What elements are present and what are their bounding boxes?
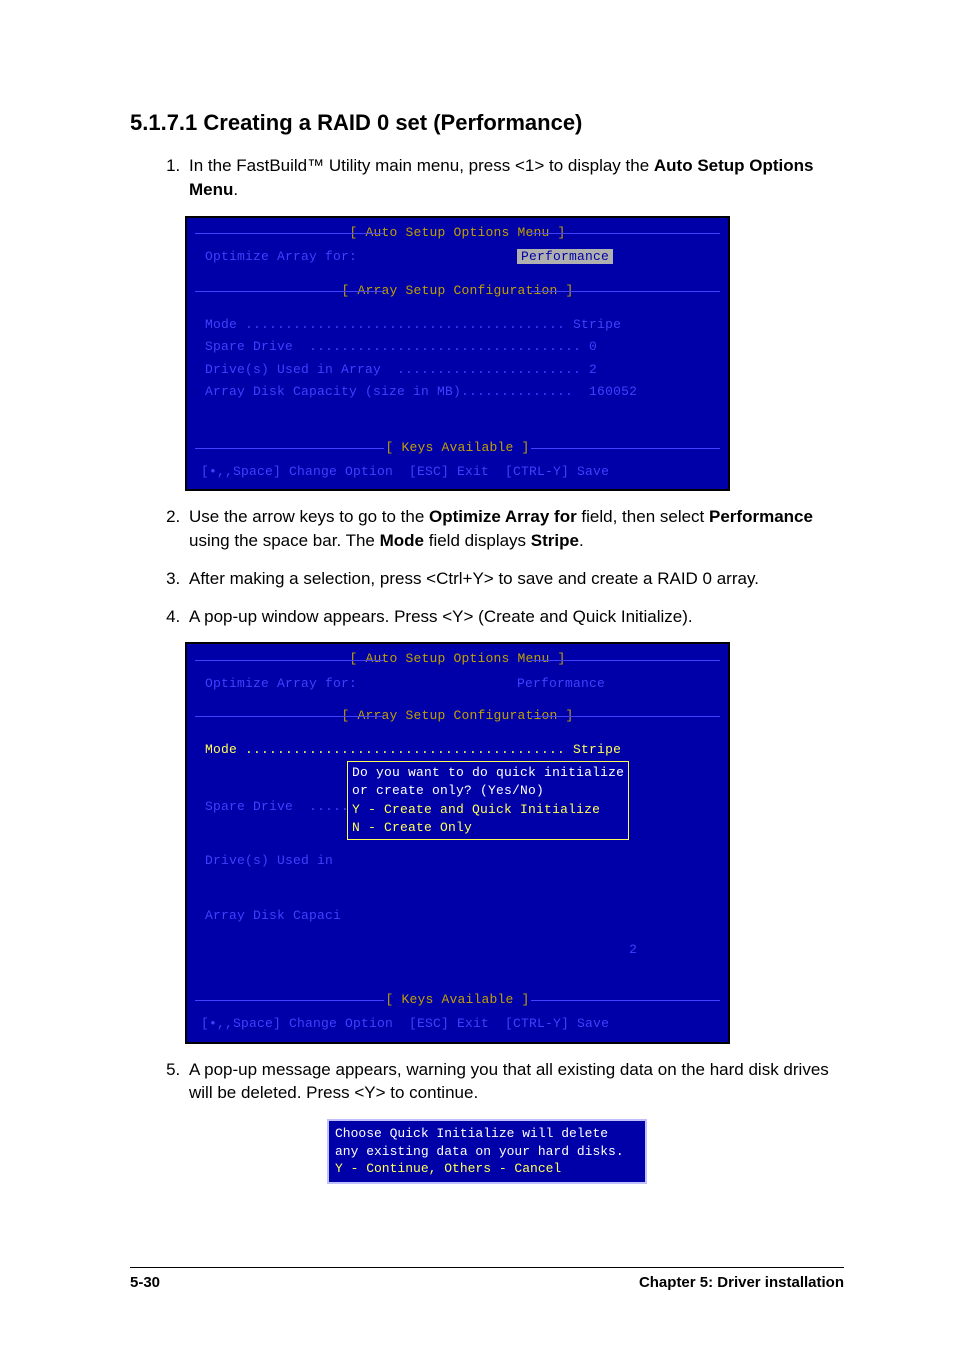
step-4: A pop-up window appears. Press <Y> (Crea… <box>185 605 844 629</box>
section-heading: 5.1.7.1 Creating a RAID 0 set (Performan… <box>130 110 844 136</box>
optimize-row-2: Optimize Array for:Performance <box>187 673 728 695</box>
bios-screen-2: [ Auto Setup Options Menu ] Optimize Arr… <box>185 642 730 1043</box>
optimize-row: Optimize Array for:Performance <box>187 246 728 268</box>
warning-popup[interactable]: Choose Quick Initialize will delete any … <box>327 1119 647 1184</box>
step-1: In the FastBuild™ Utility main menu, pre… <box>185 154 844 202</box>
bios-screen-1: [ Auto Setup Options Menu ] Optimize Arr… <box>185 216 730 492</box>
step-list-cont: Use the arrow keys to go to the Optimize… <box>130 505 844 628</box>
page-footer: 5-30 Chapter 5: Driver installation <box>130 1267 844 1291</box>
step-list-cont2: A pop-up message appears, warning you th… <box>130 1058 844 1106</box>
mode-row: Mode ...................................… <box>187 314 728 336</box>
bios1-title-config: [ Array Setup Configuration ] <box>187 282 728 300</box>
bios2-title-config: [ Array Setup Configuration ] <box>187 707 728 725</box>
step-5: A pop-up message appears, warning you th… <box>185 1058 844 1106</box>
popup-row: Spare Drive ..... Drive(s) Used in Array… <box>187 761 728 961</box>
bios2-title-options: [ Auto Setup Options Menu ] <box>187 650 728 668</box>
bios1-title-keys: [ Keys Available ] <box>187 439 728 457</box>
step-3: After making a selection, press <Ctrl+Y>… <box>185 567 844 591</box>
drives-row: Drive(s) Used in Array .................… <box>187 359 728 381</box>
keys-available-2: [•,,Space] Change Option [ESC] Exit [CTR… <box>187 1013 728 1035</box>
optimize-value[interactable]: Performance <box>517 249 613 264</box>
mode-row-2: Mode ...................................… <box>187 739 728 761</box>
step-2: Use the arrow keys to go to the Optimize… <box>185 505 844 553</box>
capacity-row: Array Disk Capacity (size in MB)........… <box>187 381 728 403</box>
document-page: 5.1.7.1 Creating a RAID 0 set (Performan… <box>0 0 954 1351</box>
page-number: 5-30 <box>130 1274 160 1291</box>
step-list: In the FastBuild™ Utility main menu, pre… <box>130 154 844 202</box>
spare-row: Spare Drive ............................… <box>187 336 728 358</box>
chapter-label: Chapter 5: Driver installation <box>639 1274 844 1291</box>
quick-init-popup[interactable]: Do you want to do quick initialize or cr… <box>347 761 629 840</box>
bios2-title-keys: [ Keys Available ] <box>187 991 728 1009</box>
bios1-title-options: [ Auto Setup Options Menu ] <box>187 224 728 242</box>
keys-available: [•,,Space] Change Option [ESC] Exit [CTR… <box>187 461 728 483</box>
